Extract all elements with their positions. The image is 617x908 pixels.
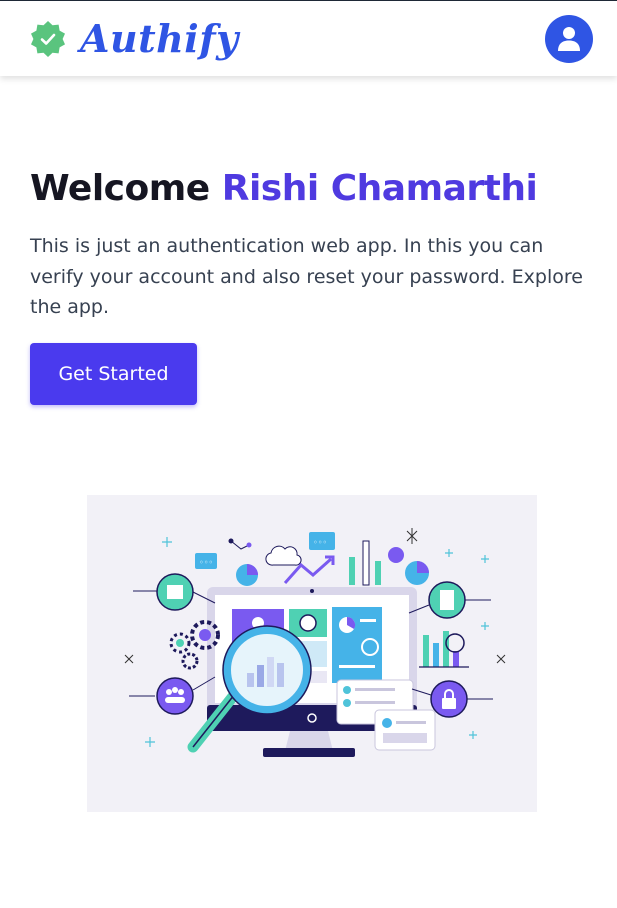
hero-illustration: ◦◦◦ ◦◦◦ xyxy=(87,495,537,812)
greeting-text: Welcome xyxy=(30,168,210,209)
page-title: Welcome Rishi Chamarthi xyxy=(30,166,590,212)
brand[interactable]: Authify xyxy=(28,19,239,59)
verified-badge-icon xyxy=(31,20,65,57)
data-analytics-illustration: ◦◦◦ ◦◦◦ xyxy=(124,528,506,757)
get-started-button[interactable]: Get Started xyxy=(30,342,197,405)
user-icon xyxy=(558,26,580,51)
user-name: Rishi Chamarthi xyxy=(221,168,538,209)
navbar: Authify xyxy=(0,1,617,76)
hero-description: This is just an authentication web app. … xyxy=(30,235,583,318)
svg-text:◦◦◦: ◦◦◦ xyxy=(313,538,327,547)
svg-text:◦◦◦: ◦◦◦ xyxy=(199,558,213,567)
user-avatar-button[interactable] xyxy=(545,14,593,63)
hero-section: Welcome Rishi Chamarthi This is just an … xyxy=(30,166,590,405)
brand-name: Authify xyxy=(80,15,239,61)
